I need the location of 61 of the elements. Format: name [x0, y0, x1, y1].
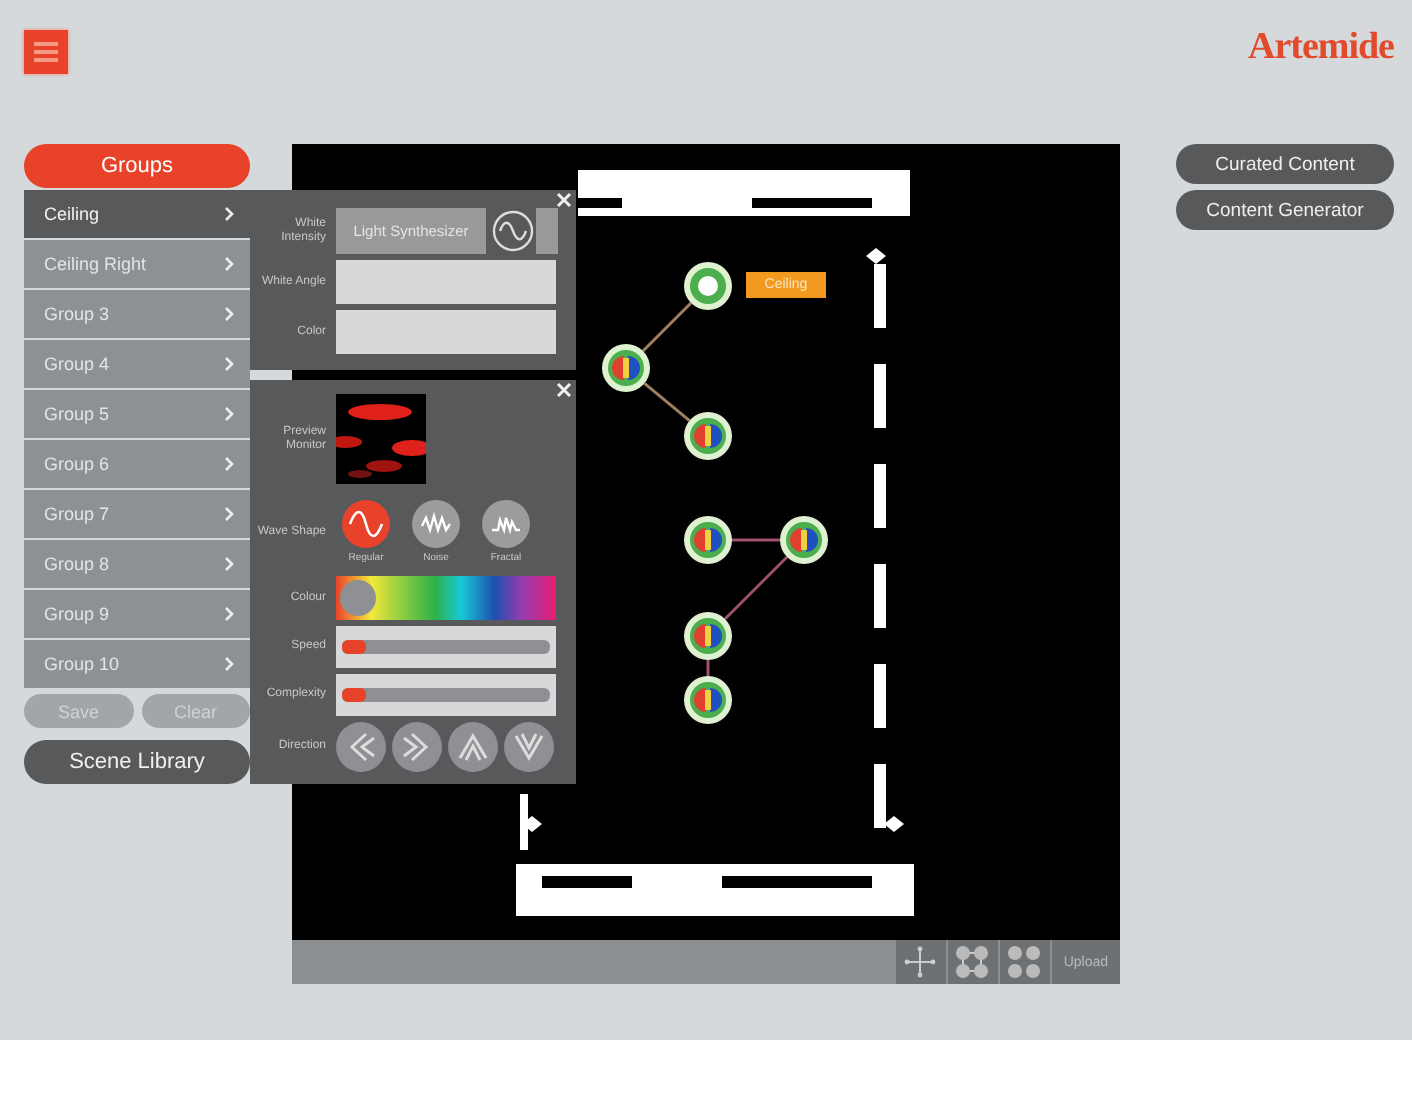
chevron-icon — [224, 506, 234, 522]
colour-slider[interactable] — [336, 576, 556, 620]
chevron-icon — [224, 456, 234, 472]
linked-grid-icon[interactable] — [947, 940, 998, 984]
scene-library-button[interactable]: Scene Library — [24, 740, 250, 784]
slider[interactable] — [336, 674, 556, 716]
wave-icon[interactable] — [482, 500, 530, 548]
content-button[interactable]: Content Generator — [1176, 190, 1394, 230]
move-icon[interactable] — [895, 940, 946, 984]
direction-button[interactable] — [336, 722, 386, 772]
group-item[interactable]: Group 7 — [24, 490, 250, 538]
input-field[interactable] — [336, 310, 556, 354]
groups-button[interactable]: Groups — [24, 144, 250, 188]
group-item[interactable]: Group 9 — [24, 590, 250, 638]
slider-thumb[interactable] — [340, 580, 377, 616]
grid-icon[interactable] — [999, 940, 1050, 984]
light-node[interactable] — [602, 344, 650, 392]
slider[interactable] — [336, 626, 556, 668]
diamond-marker — [884, 816, 904, 832]
wave-icon[interactable] — [492, 210, 534, 252]
light-node[interactable] — [684, 412, 732, 460]
chevron-icon — [224, 206, 234, 222]
group-item[interactable]: Group 8 — [24, 540, 250, 588]
chevron-icon — [224, 306, 234, 322]
wall — [520, 794, 528, 850]
group-item[interactable]: Group 5 — [24, 390, 250, 438]
diamond-marker — [866, 248, 886, 264]
chevron-icon — [224, 356, 234, 372]
group-item[interactable]: Ceiling — [24, 190, 250, 238]
wave-icon[interactable] — [342, 500, 390, 548]
chevron-icon — [224, 556, 234, 572]
group-item[interactable]: Group 4 — [24, 340, 250, 388]
content-button[interactable]: Curated Content — [1176, 144, 1394, 184]
close-icon[interactable] — [556, 192, 572, 208]
chevron-icon — [224, 656, 234, 672]
diamond-marker — [522, 816, 542, 832]
connector-line — [641, 301, 693, 353]
light-node[interactable] — [684, 676, 732, 724]
group-item[interactable]: Group 6 — [24, 440, 250, 488]
chevron-icon — [224, 406, 234, 422]
close-icon[interactable] — [556, 382, 572, 398]
logo: Artemide — [1247, 26, 1394, 70]
direction-button[interactable] — [504, 722, 554, 772]
connector-line — [643, 382, 691, 422]
connector-line — [732, 538, 780, 542]
chevron-icon — [224, 606, 234, 622]
group-item[interactable]: Ceiling Right — [24, 240, 250, 288]
selected-light-node[interactable] — [684, 262, 732, 310]
wave-icon[interactable] — [412, 500, 460, 548]
direction-button[interactable] — [392, 722, 442, 772]
connector-line — [723, 555, 789, 621]
light-node[interactable] — [780, 516, 828, 564]
group-item[interactable]: Group 3 — [24, 290, 250, 338]
chevron-icon — [224, 256, 234, 272]
menu-icon — [34, 42, 58, 62]
input-field[interactable] — [336, 260, 556, 304]
group-item[interactable]: Group 10 — [24, 640, 250, 688]
light-node[interactable] — [684, 612, 732, 660]
direction-button[interactable] — [448, 722, 498, 772]
light-node[interactable] — [684, 516, 732, 564]
connector-line — [706, 660, 710, 676]
